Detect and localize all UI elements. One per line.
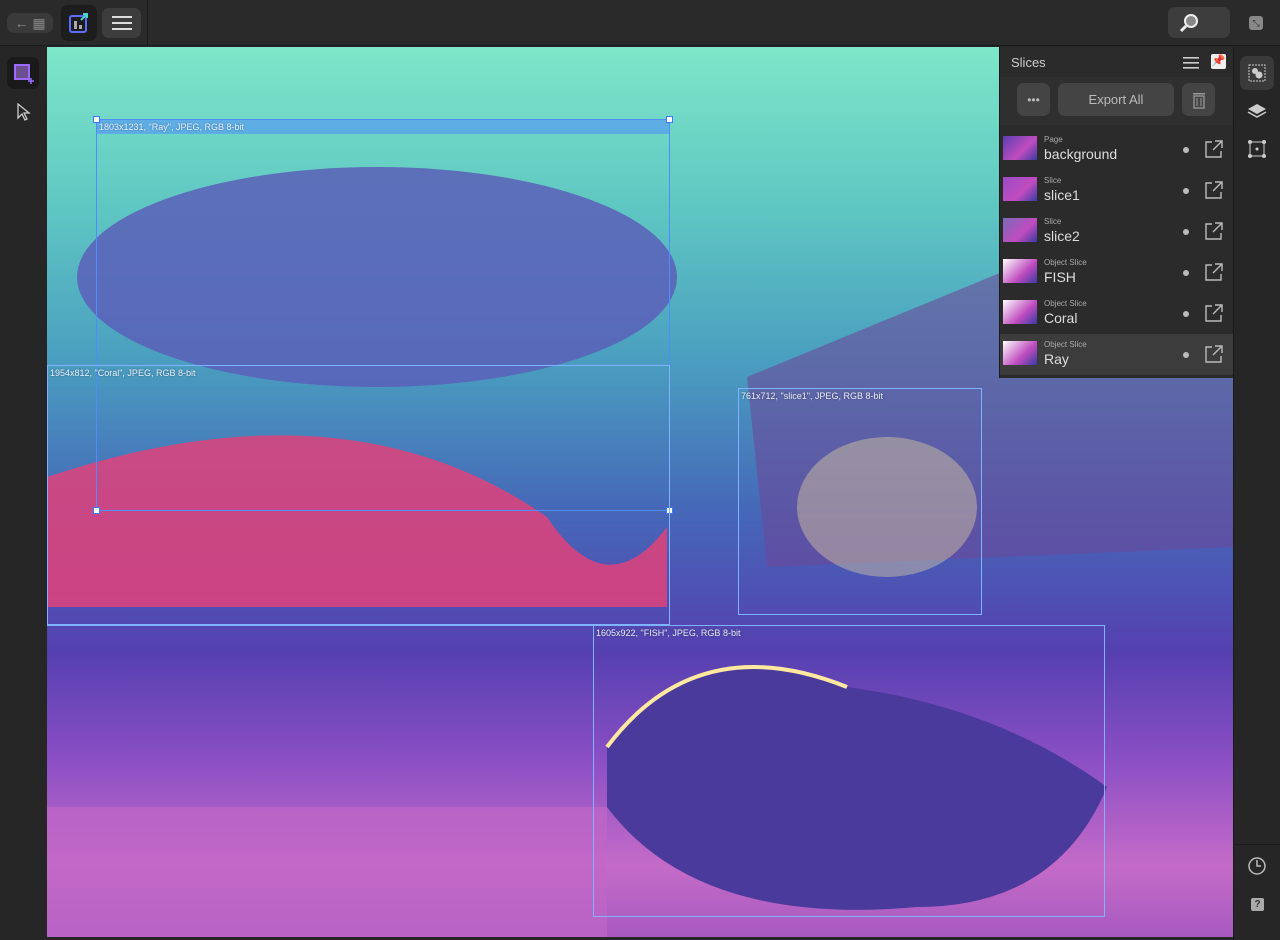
delete-button[interactable] bbox=[1182, 83, 1215, 116]
panel-actions: ••• Export All bbox=[1000, 77, 1234, 125]
slices-studio-icon bbox=[1248, 64, 1266, 82]
slice-type: Slice bbox=[1044, 217, 1062, 226]
export-toggle-dot[interactable] bbox=[1183, 188, 1189, 194]
export-slice-icon[interactable] bbox=[1204, 344, 1224, 364]
slice-thumbnail bbox=[1003, 177, 1037, 201]
trash-icon bbox=[1192, 92, 1205, 109]
slice-coral[interactable]: 1954x812, "Coral", JPEG, RGB 8-bit bbox=[47, 365, 670, 625]
slice-thumbnail bbox=[1003, 259, 1037, 283]
export-slice-icon[interactable] bbox=[1204, 262, 1224, 282]
export-slice-icon[interactable] bbox=[1204, 139, 1224, 159]
slice-name: FISH bbox=[1044, 269, 1076, 285]
slice-tool-icon bbox=[14, 64, 34, 84]
slice-label: 1605x922, "FISH", JPEG, RGB 8-bit bbox=[596, 628, 741, 638]
back-button[interactable]: ← ▦ bbox=[7, 13, 53, 33]
slice-label: 1954x812, "Coral", JPEG, RGB 8-bit bbox=[50, 368, 196, 378]
slice-list-item[interactable]: Slice slice2 bbox=[1000, 211, 1234, 252]
slice-tool-button[interactable] bbox=[7, 57, 39, 89]
slice-list-item[interactable]: Object Slice FISH bbox=[1000, 252, 1234, 293]
resize-handle[interactable] bbox=[93, 116, 100, 123]
layers-icon[interactable] bbox=[1247, 102, 1267, 120]
menu-button[interactable] bbox=[102, 8, 141, 38]
more-icon: ••• bbox=[1027, 92, 1040, 107]
slice-label: 761x712, "slice1", JPEG, RGB 8-bit bbox=[741, 391, 883, 401]
slice-name: slice2 bbox=[1044, 228, 1080, 244]
divider bbox=[147, 0, 148, 46]
export-toggle-dot[interactable] bbox=[1183, 352, 1189, 358]
slices-studio-button[interactable] bbox=[1240, 56, 1274, 90]
magnifier-icon bbox=[1179, 13, 1198, 32]
export-toggle-dot[interactable] bbox=[1183, 311, 1189, 317]
hamburger-icon bbox=[111, 16, 132, 30]
pin-icon[interactable]: 📌 bbox=[1211, 54, 1226, 69]
fullscreen-button[interactable]: ⤡ bbox=[1249, 16, 1263, 30]
right-studio-bar: ? bbox=[1233, 47, 1280, 940]
panel-menu-icon[interactable] bbox=[1183, 57, 1199, 69]
slices-panel: Slices 📌 ••• Export All Page background … bbox=[999, 47, 1234, 378]
export-slice-icon[interactable] bbox=[1204, 303, 1224, 323]
slice-fish[interactable]: 1605x922, "FISH", JPEG, RGB 8-bit bbox=[593, 625, 1105, 917]
export-all-button[interactable]: Export All bbox=[1058, 83, 1174, 116]
slice-type: Slice bbox=[1044, 176, 1062, 185]
help-icon: ? bbox=[1254, 899, 1261, 910]
slice-list-item[interactable]: Page background bbox=[1000, 129, 1234, 170]
export-slice-icon[interactable] bbox=[1204, 221, 1224, 241]
history-icon[interactable] bbox=[1247, 856, 1267, 876]
fullscreen-icon: ⤡ bbox=[1252, 17, 1260, 28]
slice-list-item[interactable]: Slice slice1 bbox=[1000, 170, 1234, 211]
divider bbox=[1234, 844, 1280, 845]
slice-name: background bbox=[1044, 146, 1118, 162]
slice-list-item[interactable]: Object Slice Ray bbox=[1000, 334, 1234, 375]
slice-thumbnail bbox=[1003, 218, 1037, 242]
export-toggle-dot[interactable] bbox=[1183, 270, 1189, 276]
slice-edge bbox=[47, 625, 593, 626]
slice-list-item[interactable]: Object Slice Coral bbox=[1000, 293, 1234, 334]
more-button[interactable]: ••• bbox=[1017, 83, 1050, 116]
slice-type: Object Slice bbox=[1044, 258, 1087, 267]
slice-name: slice1 bbox=[1044, 187, 1080, 203]
panel-title: Slices bbox=[1011, 55, 1046, 70]
slice-slice1[interactable]: 761x712, "slice1", JPEG, RGB 8-bit bbox=[738, 388, 982, 615]
slice-type: Page bbox=[1044, 135, 1063, 144]
pointer-icon bbox=[17, 103, 31, 121]
left-toolbar bbox=[0, 47, 47, 940]
transform-icon[interactable] bbox=[1248, 140, 1266, 158]
slice-type: Object Slice bbox=[1044, 340, 1087, 349]
resize-handle[interactable] bbox=[666, 116, 673, 123]
slice-label: 1803x1231, "Ray", JPEG, RGB 8-bit bbox=[99, 122, 244, 132]
slice-name: Coral bbox=[1044, 310, 1078, 326]
export-all-label: Export All bbox=[1088, 92, 1144, 107]
slice-name: Ray bbox=[1044, 351, 1069, 367]
help-button[interactable]: ? bbox=[1251, 898, 1264, 911]
export-slice-icon[interactable] bbox=[1204, 180, 1224, 200]
zoom-button[interactable] bbox=[1168, 7, 1230, 38]
slice-thumbnail bbox=[1003, 300, 1037, 324]
slice-thumbnail bbox=[1003, 341, 1037, 365]
back-arrow-grid-icon: ← ▦ bbox=[14, 14, 46, 31]
pointer-tool-button[interactable] bbox=[10, 99, 36, 125]
export-persona-icon bbox=[69, 13, 88, 33]
top-toolbar: ← ▦ ⤡ bbox=[0, 0, 1280, 46]
slice-thumbnail bbox=[1003, 136, 1037, 160]
export-persona-button[interactable] bbox=[61, 5, 97, 41]
export-toggle-dot[interactable] bbox=[1183, 147, 1189, 153]
slice-type: Object Slice bbox=[1044, 299, 1087, 308]
export-toggle-dot[interactable] bbox=[1183, 229, 1189, 235]
